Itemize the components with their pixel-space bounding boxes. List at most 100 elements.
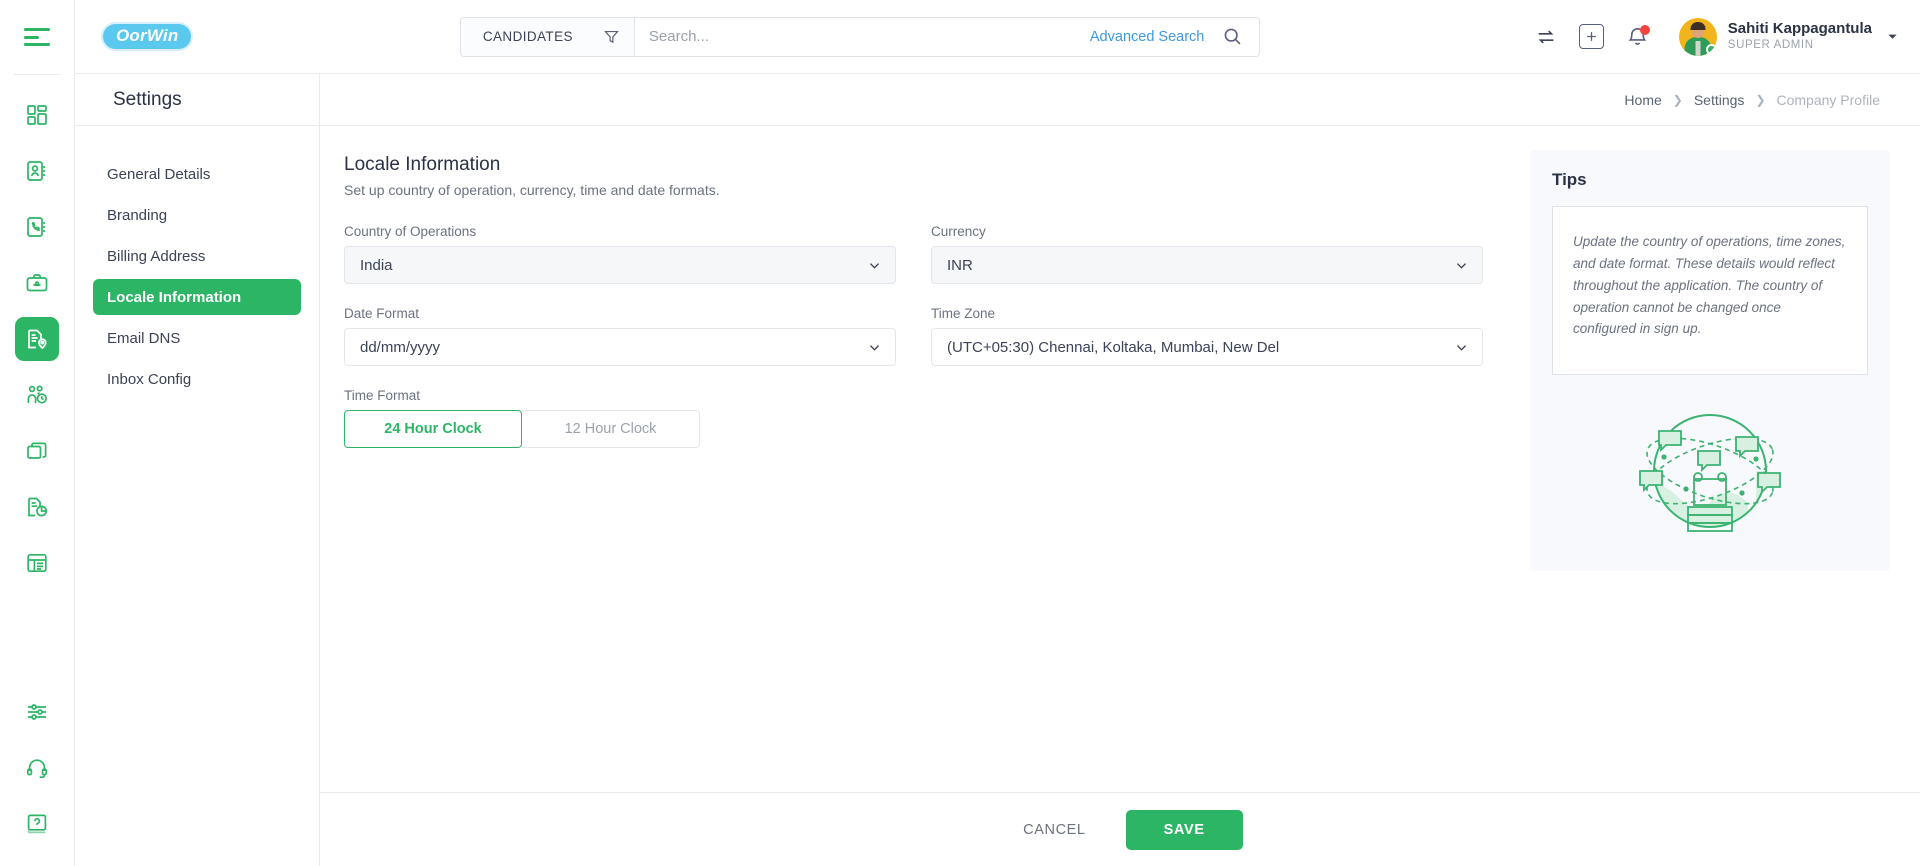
country-of-operations-select[interactable]: India [344,246,896,284]
rail-item-layers[interactable] [15,429,59,473]
sliders-settings-icon [28,704,46,720]
switch-account-button[interactable] [1535,26,1557,48]
rail-menu-area [0,0,74,74]
page-title-area: Settings [75,74,320,125]
rail-item-analytics[interactable] [15,485,59,529]
chevron-down-icon [869,262,880,269]
field-currency: Currency INR [931,224,1483,284]
cancel-button[interactable]: CANCEL [997,810,1111,850]
rail-item-settings[interactable] [15,690,59,734]
tips-column: Tips Update the country of operations, t… [1530,126,1920,792]
settings-sidebar: General Details Branding Billing Address… [75,126,320,866]
content-column: Locale Information Set up country of ope… [320,126,1920,866]
layers-copy-icon [27,442,47,459]
rail-item-dashboard[interactable] [15,93,59,137]
left-icon-rail [0,0,75,866]
currency-select[interactable]: INR [931,246,1483,284]
briefcase-icon [26,274,48,292]
document-location-icon [28,329,47,350]
search-magnifier-icon [1224,28,1241,45]
field-date-format: Date Format dd/mm/yyyy [344,306,896,366]
field-time-zone: Time Zone (UTC+05:30) Chennai, Koltaka, … [931,306,1483,366]
date-format-select[interactable]: dd/mm/yyyy [344,328,896,366]
globe-orbit-illustration [1639,414,1781,533]
sidebar-item-billing-address[interactable]: Billing Address [93,238,301,274]
time-format-option-24h[interactable]: 24 Hour Clock [344,410,522,448]
rail-item-support[interactable] [15,746,59,790]
section-subtitle: Set up country of operation, currency, t… [344,182,720,198]
save-button[interactable]: SAVE [1125,809,1243,850]
user-role: SUPER ADMIN [1727,38,1814,51]
breadcrumb-separator: ❯ [1672,92,1683,107]
field-label: Time Format [344,388,421,403]
search-box: CANDIDATES Advanced Search [459,16,1261,57]
rail-item-help[interactable] [15,802,59,846]
contact-card-icon [27,161,45,181]
sidebar-item-general-details[interactable]: General Details [93,156,301,192]
page-title: Settings [113,88,182,110]
app-root: OorWin CANDIDATES Advanced Search [0,0,1920,866]
field-value: (UTC+05:30) Chennai, Koltaka, Mumbai, Ne… [947,338,1280,356]
tips-text: Update the country of operations, time z… [1573,234,1846,337]
rail-item-placements[interactable] [15,317,59,361]
search-submit-button[interactable] [1222,26,1243,47]
rail-items [15,75,59,591]
field-value: India [360,256,393,274]
quick-add-button[interactable] [1578,24,1604,49]
top-header: OorWin CANDIDATES Advanced Search [75,0,1920,74]
swap-arrows-icon [1538,29,1554,44]
rail-item-calls[interactable] [15,205,59,249]
breadcrumb-item-settings[interactable]: Settings [1694,92,1745,108]
search-input[interactable] [634,17,1090,56]
breadcrumb-separator: ❯ [1755,92,1766,107]
time-format-toggle: 24 Hour Clock 12 Hour Clock [344,410,896,448]
notification-badge [1639,25,1650,35]
page-body: General Details Branding Billing Address… [75,126,1920,866]
report-table-icon [27,553,47,573]
tips-box: Update the country of operations, time z… [1552,206,1868,376]
chevron-down-icon [1456,262,1467,269]
rail-item-jobs[interactable] [15,261,59,305]
rail-item-contacts[interactable] [15,149,59,193]
time-format-option-12h[interactable]: 12 Hour Clock [522,410,700,448]
time-zone-select[interactable]: (UTC+05:30) Chennai, Koltaka, Mumbai, Ne… [931,328,1483,366]
phone-book-icon [27,217,45,237]
entity-type-selector[interactable]: CANDIDATES [460,17,635,56]
user-info: Sahiti Kappagantula SUPER ADMIN [1728,20,1872,52]
page-header: Settings Home ❯ Settings ❯ Company Profi… [75,74,1920,126]
field-label: Currency [931,224,986,239]
main-region: OorWin CANDIDATES Advanced Search [75,0,1920,866]
chevron-down-icon [869,344,880,351]
notifications-button[interactable] [1626,25,1650,48]
rail-item-reports[interactable] [15,541,59,585]
advanced-search-link[interactable]: Advanced Search [1090,29,1204,45]
app-logo[interactable]: OorWin [103,23,192,50]
sidebar-item-inbox-config[interactable]: Inbox Config [93,361,301,397]
global-search-area: CANDIDATES Advanced Search [459,16,1261,57]
rail-bottom-items [15,684,59,866]
tips-title: Tips [1552,170,1587,189]
field-value: dd/mm/yyyy [360,338,441,356]
tips-illustration-wrap [1552,375,1868,547]
locale-form: Locale Information Set up country of ope… [320,126,1530,792]
sidebar-item-email-dns[interactable]: Email DNS [93,320,301,356]
field-value: INR [947,256,973,274]
breadcrumb-item-home[interactable]: Home [1624,92,1661,108]
section-title: Locale Information [344,154,501,175]
field-time-format: Time Format 24 Hour Clock 12 Hour Clock [344,388,896,448]
hamburger-menu-icon[interactable] [24,28,50,46]
sidebar-item-branding[interactable]: Branding [93,197,301,233]
breadcrumb-item-current: Company Profile [1776,91,1881,108]
user-name: Sahiti Kappagantula [1727,20,1872,38]
content-main: Locale Information Set up country of ope… [320,126,1920,792]
field-label: Date Format [344,306,420,321]
help-book-icon [27,814,47,834]
sidebar-item-locale-information[interactable]: Locale Information [93,279,301,315]
rail-item-timesheets[interactable] [15,373,59,417]
document-chart-icon [28,497,48,517]
form-footer: CANCEL SAVE [320,792,1920,866]
funnel-filter-icon [604,30,619,44]
form-grid: Country of Operations India Currency INR [344,224,1494,448]
people-clock-icon [27,385,47,404]
user-menu[interactable]: Sahiti Kappagantula SUPER ADMIN [1678,17,1898,56]
